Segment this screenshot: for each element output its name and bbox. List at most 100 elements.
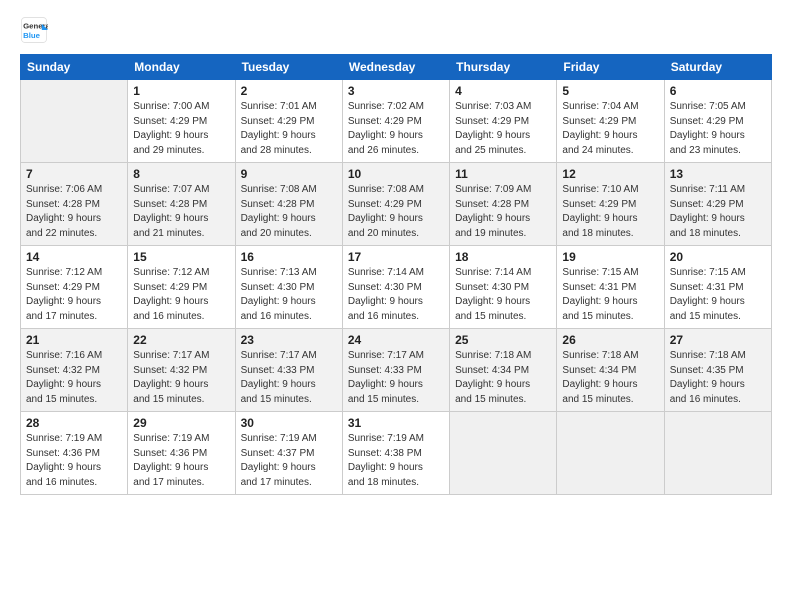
day-cell: 25 Sunrise: 7:18 AMSunset: 4:34 PMDayligh…	[450, 329, 557, 412]
day-number: 27	[670, 333, 766, 347]
day-info: Sunrise: 7:12 AMSunset: 4:29 PMDaylight:…	[133, 266, 229, 324]
day-number: 25	[455, 333, 551, 347]
day-number: 21	[26, 333, 122, 347]
day-info: Sunrise: 7:19 AMSunset: 4:36 PMDaylight:…	[133, 432, 229, 490]
day-cell: 11 Sunrise: 7:09 AMSunset: 4:28 PMDayligh…	[450, 163, 557, 246]
day-number: 26	[562, 333, 658, 347]
day-cell: 26 Sunrise: 7:18 AMSunset: 4:34 PMDayligh…	[557, 329, 664, 412]
day-cell: 19Sunrise: 7:15 AMSunset: 4:31 PMDayligh…	[557, 246, 664, 329]
day-cell	[557, 412, 664, 495]
day-cell	[664, 412, 771, 495]
day-cell: 29Sunrise: 7:19 AMSunset: 4:36 PMDayligh…	[128, 412, 235, 495]
day-number: 3	[348, 84, 444, 98]
header-cell-wednesday: Wednesday	[342, 55, 449, 80]
day-number: 22	[133, 333, 229, 347]
day-cell: 18Sunrise: 7:14 AMSunset: 4:30 PMDayligh…	[450, 246, 557, 329]
day-info: Sunrise: 7:15 AMSunset: 4:31 PMDaylight:…	[670, 266, 766, 324]
day-cell: 14 Sunrise: 7:12 AMSunset: 4:29 PMDayligh…	[21, 246, 128, 329]
day-info: Sunrise: 7:19 AMSunset: 4:38 PMDaylight:…	[348, 432, 444, 490]
day-cell: 1 Sunrise: 7:00 AMSunset: 4:29 PMDaylight…	[128, 80, 235, 163]
day-number: 6	[670, 84, 766, 98]
day-cell: 30 Sunrise: 7:19 AMSunset: 4:37 PMDayligh…	[235, 412, 342, 495]
day-cell: 8 Sunrise: 7:07 AMSunset: 4:28 PMDaylight…	[128, 163, 235, 246]
week-row-1: 1 Sunrise: 7:00 AMSunset: 4:29 PMDaylight…	[21, 80, 772, 163]
header: General Blue	[20, 16, 772, 44]
day-cell	[21, 80, 128, 163]
header-cell-thursday: Thursday	[450, 55, 557, 80]
svg-text:Blue: Blue	[23, 31, 41, 40]
header-cell-tuesday: Tuesday	[235, 55, 342, 80]
day-info: Sunrise: 7:18 AMSunset: 4:34 PMDaylight:…	[455, 349, 551, 407]
calendar-body: 1 Sunrise: 7:00 AMSunset: 4:29 PMDaylight…	[21, 80, 772, 495]
day-number: 11	[455, 167, 551, 181]
day-cell: 28 Sunrise: 7:19 AMSunset: 4:36 PMDayligh…	[21, 412, 128, 495]
day-cell: 9 Sunrise: 7:08 AMSunset: 4:28 PMDaylight…	[235, 163, 342, 246]
day-info: Sunrise: 7:14 AMSunset: 4:30 PMDaylight:…	[348, 266, 444, 324]
day-cell: 4 Sunrise: 7:03 AMSunset: 4:29 PMDaylight…	[450, 80, 557, 163]
day-cell: 12 Sunrise: 7:10 AMSunset: 4:29 PMDayligh…	[557, 163, 664, 246]
day-number: 31	[348, 416, 444, 430]
day-cell: 31 Sunrise: 7:19 AMSunset: 4:38 PMDayligh…	[342, 412, 449, 495]
day-number: 9	[241, 167, 337, 181]
day-info: Sunrise: 7:16 AMSunset: 4:32 PMDaylight:…	[26, 349, 122, 407]
day-number: 30	[241, 416, 337, 430]
day-info: Sunrise: 7:08 AMSunset: 4:29 PMDaylight:…	[348, 183, 444, 241]
day-info: Sunrise: 7:00 AMSunset: 4:29 PMDaylight:…	[133, 100, 229, 158]
day-info: Sunrise: 7:19 AMSunset: 4:37 PMDaylight:…	[241, 432, 337, 490]
day-number: 28	[26, 416, 122, 430]
week-row-3: 14 Sunrise: 7:12 AMSunset: 4:29 PMDayligh…	[21, 246, 772, 329]
header-cell-friday: Friday	[557, 55, 664, 80]
day-info: Sunrise: 7:01 AMSunset: 4:29 PMDaylight:…	[241, 100, 337, 158]
week-row-2: 7 Sunrise: 7:06 AMSunset: 4:28 PMDaylight…	[21, 163, 772, 246]
day-info: Sunrise: 7:02 AMSunset: 4:29 PMDaylight:…	[348, 100, 444, 158]
day-number: 8	[133, 167, 229, 181]
day-cell: 17 Sunrise: 7:14 AMSunset: 4:30 PMDayligh…	[342, 246, 449, 329]
day-number: 13	[670, 167, 766, 181]
day-cell: 6 Sunrise: 7:05 AMSunset: 4:29 PMDaylight…	[664, 80, 771, 163]
day-info: Sunrise: 7:13 AMSunset: 4:30 PMDaylight:…	[241, 266, 337, 324]
week-row-5: 28 Sunrise: 7:19 AMSunset: 4:36 PMDayligh…	[21, 412, 772, 495]
day-info: Sunrise: 7:05 AMSunset: 4:29 PMDaylight:…	[670, 100, 766, 158]
day-info: Sunrise: 7:07 AMSunset: 4:28 PMDaylight:…	[133, 183, 229, 241]
day-info: Sunrise: 7:09 AMSunset: 4:28 PMDaylight:…	[455, 183, 551, 241]
day-info: Sunrise: 7:17 AMSunset: 4:32 PMDaylight:…	[133, 349, 229, 407]
page: General Blue SundayMondayTuesdayWednesda…	[0, 0, 792, 612]
day-cell: 23 Sunrise: 7:17 AMSunset: 4:33 PMDayligh…	[235, 329, 342, 412]
day-info: Sunrise: 7:06 AMSunset: 4:28 PMDaylight:…	[26, 183, 122, 241]
day-info: Sunrise: 7:12 AMSunset: 4:29 PMDaylight:…	[26, 266, 122, 324]
day-info: Sunrise: 7:19 AMSunset: 4:36 PMDaylight:…	[26, 432, 122, 490]
day-number: 18	[455, 250, 551, 264]
day-cell: 21 Sunrise: 7:16 AMSunset: 4:32 PMDayligh…	[21, 329, 128, 412]
day-info: Sunrise: 7:08 AMSunset: 4:28 PMDaylight:…	[241, 183, 337, 241]
day-info: Sunrise: 7:18 AMSunset: 4:34 PMDaylight:…	[562, 349, 658, 407]
day-cell: 15 Sunrise: 7:12 AMSunset: 4:29 PMDayligh…	[128, 246, 235, 329]
day-info: Sunrise: 7:15 AMSunset: 4:31 PMDaylight:…	[562, 266, 658, 324]
day-number: 10	[348, 167, 444, 181]
day-cell: 20 Sunrise: 7:15 AMSunset: 4:31 PMDayligh…	[664, 246, 771, 329]
week-row-4: 21 Sunrise: 7:16 AMSunset: 4:32 PMDayligh…	[21, 329, 772, 412]
day-number: 4	[455, 84, 551, 98]
day-cell: 10 Sunrise: 7:08 AMSunset: 4:29 PMDayligh…	[342, 163, 449, 246]
day-info: Sunrise: 7:11 AMSunset: 4:29 PMDaylight:…	[670, 183, 766, 241]
day-number: 15	[133, 250, 229, 264]
day-number: 17	[348, 250, 444, 264]
day-cell: 7 Sunrise: 7:06 AMSunset: 4:28 PMDaylight…	[21, 163, 128, 246]
day-cell: 13 Sunrise: 7:11 AMSunset: 4:29 PMDayligh…	[664, 163, 771, 246]
day-number: 20	[670, 250, 766, 264]
day-number: 1	[133, 84, 229, 98]
day-number: 23	[241, 333, 337, 347]
day-cell	[450, 412, 557, 495]
day-number: 16	[241, 250, 337, 264]
day-number: 12	[562, 167, 658, 181]
logo: General Blue	[20, 16, 52, 44]
day-cell: 16 Sunrise: 7:13 AMSunset: 4:30 PMDayligh…	[235, 246, 342, 329]
day-cell: 2Sunrise: 7:01 AMSunset: 4:29 PMDaylight…	[235, 80, 342, 163]
header-cell-sunday: Sunday	[21, 55, 128, 80]
header-row: SundayMondayTuesdayWednesdayThursdayFrid…	[21, 55, 772, 80]
day-info: Sunrise: 7:03 AMSunset: 4:29 PMDaylight:…	[455, 100, 551, 158]
day-number: 14	[26, 250, 122, 264]
day-info: Sunrise: 7:17 AMSunset: 4:33 PMDaylight:…	[241, 349, 337, 407]
day-number: 7	[26, 167, 122, 181]
calendar-header: SundayMondayTuesdayWednesdayThursdayFrid…	[21, 55, 772, 80]
day-info: Sunrise: 7:10 AMSunset: 4:29 PMDaylight:…	[562, 183, 658, 241]
